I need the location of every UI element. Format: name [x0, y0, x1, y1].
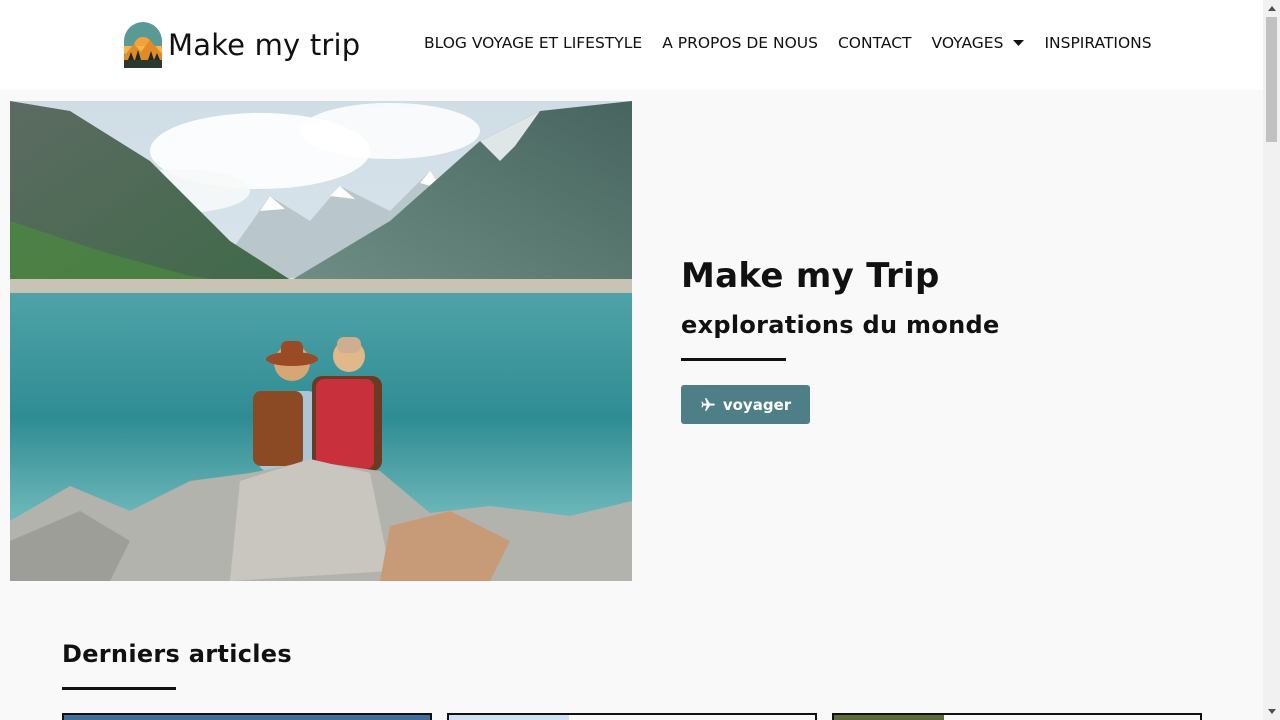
triangle-up-icon — [1267, 6, 1276, 11]
scroll-up-icon[interactable] — [1263, 0, 1280, 17]
scrollbar-thumb[interactable] — [1266, 17, 1277, 142]
article-thumbnail — [64, 715, 430, 720]
page-scrollbar[interactable] — [1263, 0, 1280, 720]
nav-item-contact[interactable]: CONTACT — [838, 34, 912, 52]
nav-item-blog[interactable]: BLOG VOYAGE ET LIFESTYLE — [424, 34, 642, 52]
article-thumbnail — [834, 715, 944, 720]
nav-item-about[interactable]: A PROPOS DE NOUS — [662, 34, 818, 52]
article-thumbnail — [449, 715, 569, 720]
nav-item-inspirations[interactable]: INSPIRATIONS — [1044, 34, 1151, 52]
scroll-down-icon[interactable] — [1263, 703, 1280, 720]
hero-divider — [681, 358, 786, 361]
hero-subtitle: explorations du monde — [681, 311, 1000, 339]
latest-articles-divider — [62, 687, 176, 690]
nav-item-voyages-label: VOYAGES — [931, 34, 1004, 52]
triangle-down-icon — [1267, 709, 1276, 714]
latest-articles-title: Derniers articles — [62, 640, 292, 668]
hero-image — [10, 101, 632, 581]
mountain-lake-photo — [10, 101, 632, 581]
mountain-logo-icon — [124, 22, 162, 68]
nav-item-voyages[interactable]: VOYAGES — [932, 34, 1025, 52]
caret-down-icon — [1013, 40, 1025, 46]
site-title: Make my trip — [168, 28, 361, 62]
site-logo-link[interactable]: Make my trip — [124, 22, 360, 68]
site-header: Make my trip BLOG VOYAGE ET LIFESTYLE A … — [0, 0, 1263, 90]
article-card[interactable] — [62, 713, 432, 720]
voyager-button-label: voyager — [722, 395, 792, 414]
main-nav: BLOG VOYAGE ET LIFESTYLE A PROPOS DE NOU… — [424, 32, 1152, 54]
article-card[interactable] — [447, 713, 817, 720]
voyager-button[interactable]: voyager — [681, 385, 810, 424]
hero-title: Make my Trip — [681, 256, 940, 296]
article-card[interactable] — [832, 713, 1202, 720]
airplane-icon — [701, 398, 715, 411]
